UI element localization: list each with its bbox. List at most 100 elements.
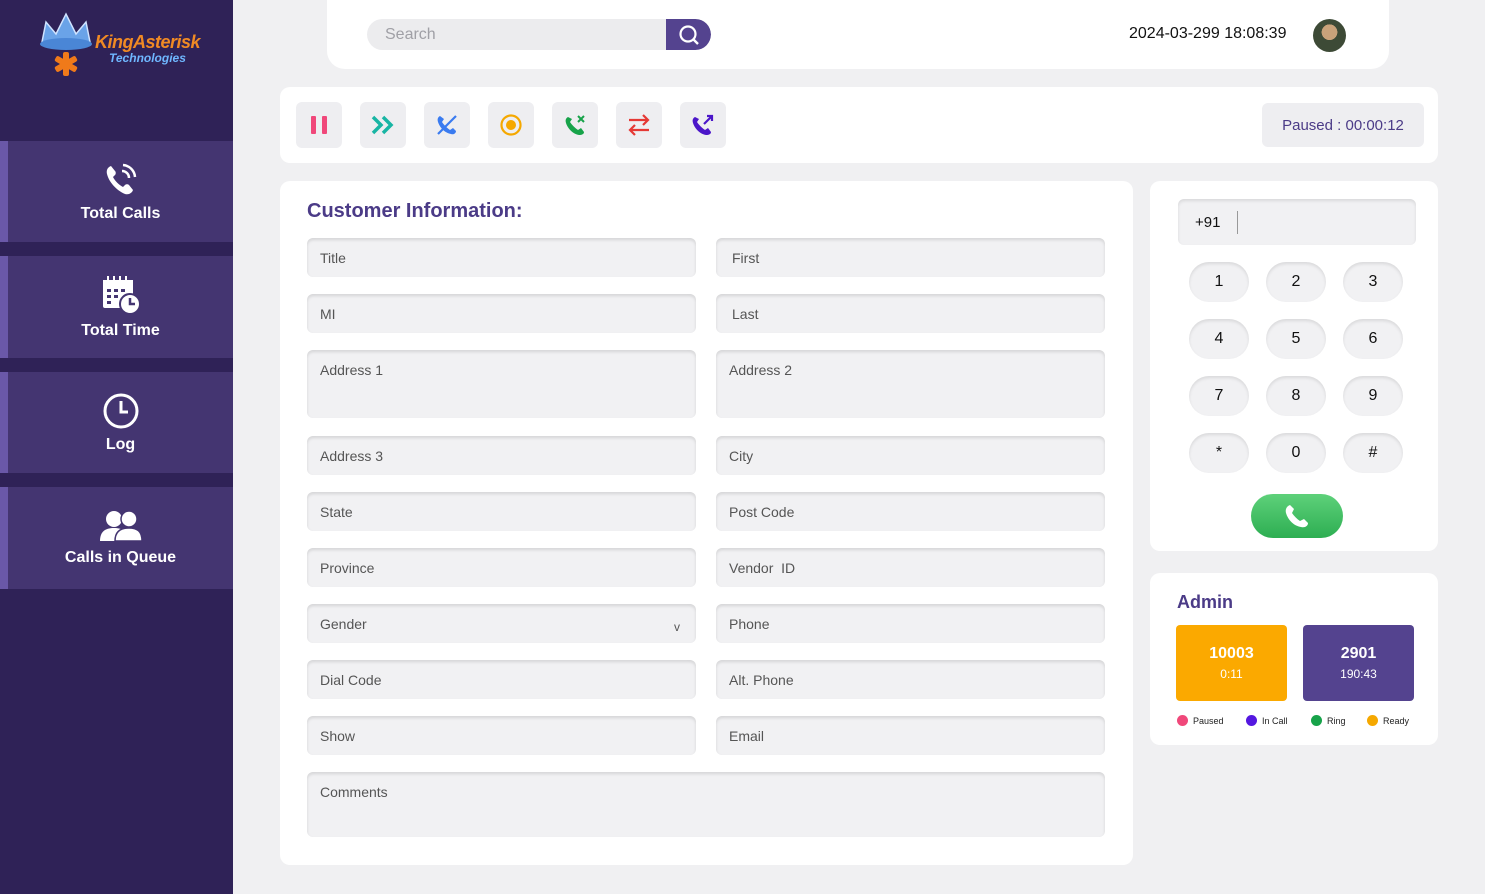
sidebar-item-log[interactable]: Log [0,372,233,473]
stat-value: 2901 [1340,645,1377,662]
sidebar-item-label: Total Time [81,322,160,339]
stat-value: 10003 [1209,645,1254,662]
dial-key-6[interactable]: 6 [1343,319,1403,359]
record-button[interactable] [488,102,534,148]
address3-field[interactable] [307,436,696,475]
phone-field[interactable] [716,604,1105,643]
legend-dot [1367,715,1378,726]
dial-number-input[interactable]: +91 [1178,199,1416,245]
brand-name: KingAsterisk [95,32,201,52]
dial-key-3[interactable]: 3 [1343,262,1403,302]
hangup-button[interactable] [552,102,598,148]
mute-call-button[interactable] [424,102,470,148]
sidebar-item-label: Log [105,435,136,453]
first-name-field[interactable] [716,238,1105,277]
dial-key-4[interactable]: 4 [1189,319,1249,359]
search-button[interactable] [666,19,711,50]
call-button[interactable] [1251,494,1343,538]
dial-key-0[interactable]: 0 [1266,433,1326,473]
call-toolbar: Paused : 00:00:12 [280,87,1438,163]
transfer-button[interactable] [616,102,662,148]
dial-code-field[interactable] [307,660,696,699]
stat-card[interactable]: 10003 0:11 [1176,625,1287,701]
address1-field[interactable] [307,350,696,418]
clock-icon [103,393,138,428]
stat-sub: 0:11 [1220,667,1243,681]
dial-key-2[interactable]: 2 [1266,262,1326,302]
dialer-panel: +91 1 2 3 4 5 6 7 8 9 * 0 # [1150,181,1438,551]
outgoing-call-icon [692,114,714,135]
country-code: +91 [1195,214,1221,231]
alt-phone-field[interactable] [716,660,1105,699]
pause-button[interactable] [296,102,342,148]
city-field[interactable] [716,436,1105,475]
stat-sub: 190:43 [1340,667,1377,681]
legend-dot [1311,715,1322,726]
pause-status: Paused : 00:00:12 [1262,103,1424,147]
middle-initial-field[interactable] [307,294,696,333]
search-box [367,19,711,50]
postcode-field[interactable] [716,492,1105,531]
last-name-field[interactable] [716,294,1105,333]
dial-key-5[interactable]: 5 [1266,319,1326,359]
province-field[interactable] [307,548,696,587]
dial-key-star[interactable]: * [1189,433,1249,473]
legend-ready: Ready [1367,715,1409,726]
sidebar-item-label: Calls in Queue [64,549,177,566]
show-field[interactable] [307,716,696,755]
address2-field[interactable] [716,350,1105,418]
state-field[interactable] [307,492,696,531]
legend-ring: Ring [1311,715,1346,726]
phone-icon [1285,505,1308,528]
search-input[interactable] [367,19,657,50]
sidebar-item-total-calls[interactable]: Total Calls [0,141,233,242]
sidebar-item-calls-in-queue[interactable]: Calls in Queue [0,487,233,589]
next-call-button[interactable] [360,102,406,148]
gender-select[interactable] [307,604,696,643]
brand-logo: KingAsterisk Technologies [36,12,206,82]
dial-key-hash[interactable]: # [1343,433,1403,473]
pause-icon [311,116,327,134]
email-field[interactable] [716,716,1105,755]
users-icon [99,510,143,542]
record-icon [500,114,522,136]
customer-info-title: Customer Information: [307,200,523,222]
brand-tagline: Technologies [109,51,186,65]
dial-key-9[interactable]: 9 [1343,376,1403,416]
search-icon [678,24,699,45]
legend-in-call: In Call [1246,715,1288,726]
current-datetime: 2024-03-299 18:08:39 [1129,25,1287,42]
stat-card[interactable]: 2901 190:43 [1303,625,1414,701]
chevron-down-icon: v [674,620,680,634]
dial-key-7[interactable]: 7 [1189,376,1249,416]
admin-title: Admin [1177,592,1233,612]
mute-call-icon [437,115,457,135]
sidebar-item-label: Total Calls [80,204,161,222]
transfer-icon [628,114,650,136]
legend-label: In Call [1262,715,1288,726]
outgoing-call-button[interactable] [680,102,726,148]
sidebar: KingAsterisk Technologies Total Calls To… [0,0,233,894]
sidebar-item-total-time[interactable]: Total Time [0,256,233,358]
call-end-icon [565,115,585,135]
dial-key-8[interactable]: 8 [1266,376,1326,416]
legend-paused: Paused [1177,715,1224,726]
legend-dot [1246,715,1257,726]
comments-field[interactable] [307,772,1105,837]
vendor-id-field[interactable] [716,548,1105,587]
top-bar: 2024-03-299 18:08:39 [327,0,1389,69]
dial-key-1[interactable]: 1 [1189,262,1249,302]
legend-label: Paused [1193,715,1224,726]
fast-forward-icon [371,115,394,135]
customer-info-panel: Customer Information: v [280,181,1133,865]
text-cursor [1237,211,1238,234]
title-field[interactable] [307,238,696,277]
legend-label: Ready [1383,715,1410,726]
legend-dot [1177,715,1188,726]
calendar-clock-icon [102,276,141,315]
phone-ringing-icon [106,163,136,194]
avatar[interactable] [1313,19,1346,52]
admin-panel: Admin 10003 0:11 2901 190:43 Paused In C… [1150,573,1438,745]
legend-label: Ring [1327,715,1346,726]
crown-icon [40,12,92,76]
